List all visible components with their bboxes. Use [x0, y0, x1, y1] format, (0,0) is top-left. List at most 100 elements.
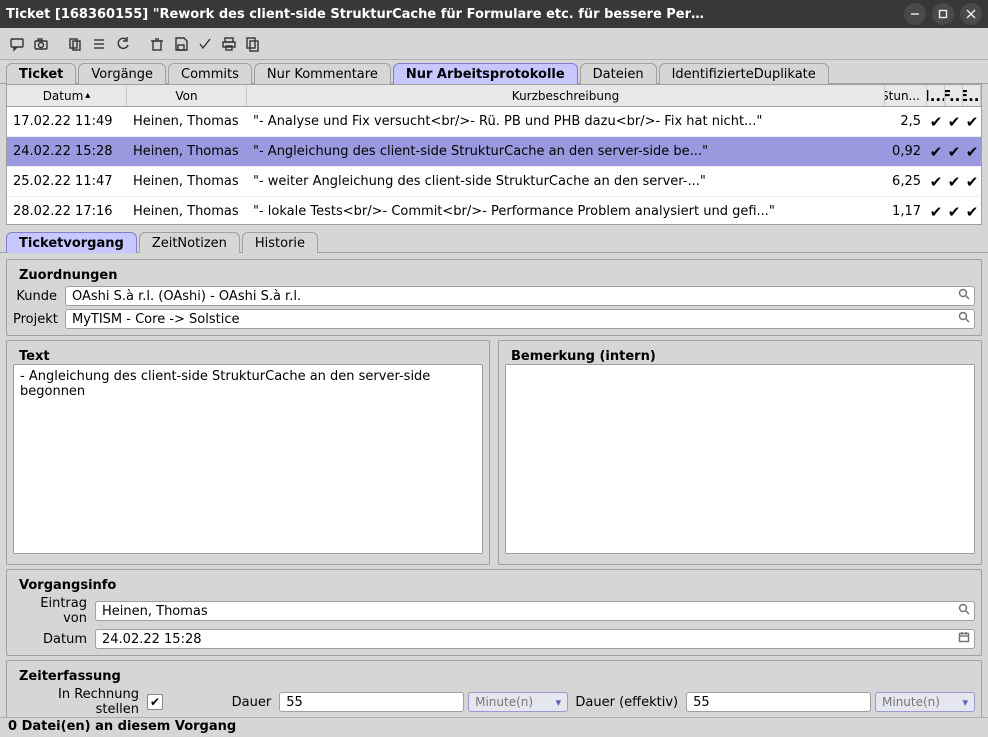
table-row[interactable]: 25.02.22 11:47Heinen, Thomas"- weiter An… [7, 167, 981, 197]
cell-f: ✔ [945, 137, 963, 166]
dauer-label: Dauer [205, 695, 275, 710]
col-e[interactable]: E... [963, 85, 981, 106]
tab-ticketvorgang[interactable]: Ticketvorgang [6, 232, 137, 253]
tab-ticket[interactable]: Ticket [6, 63, 76, 84]
detail-panel: Zuordnungen Kunde OAshi S.à r.l. (OAshi)… [6, 259, 982, 737]
cell-i: ✔ [927, 167, 945, 196]
cell-f: ✔ [945, 107, 963, 136]
text-group: Text [6, 340, 490, 565]
zuordnungen-group: Zuordnungen Kunde OAshi S.à r.l. (OAshi)… [6, 259, 982, 336]
col-f[interactable]: F... [945, 85, 963, 106]
cell-von: Heinen, Thomas [127, 167, 247, 196]
col-desc[interactable]: Kurzbeschreibung [247, 85, 885, 106]
zeiterfassung-legend: Zeiterfassung [15, 669, 125, 684]
title-bar: Ticket [168360155] "Rework des client-si… [0, 0, 988, 28]
cell-e: ✔ [963, 197, 981, 225]
col-i[interactable]: I... [927, 85, 945, 106]
datum-field[interactable]: 24.02.22 15:28 [95, 629, 975, 649]
cell-eff: 1,17 [885, 197, 927, 225]
vorgangsinfo-group: Vorgangsinfo Eintrag von Heinen, Thomas … [6, 569, 982, 656]
in-rechnung-label: In Rechnung stellen [13, 687, 143, 717]
dauer-field[interactable]: 55 [279, 692, 464, 712]
table-body: 17.02.22 11:49Heinen, Thomas"- Analyse u… [7, 107, 981, 225]
tab-nur-kommentare[interactable]: Nur Kommentare [254, 63, 391, 84]
dauer-unit-select[interactable]: Minute(n) [468, 692, 568, 712]
refresh-icon[interactable] [112, 33, 134, 55]
projekt-field[interactable]: MyTISM - Core -> Solstice [65, 309, 975, 329]
duplicate-icon[interactable] [242, 33, 264, 55]
table-header: Datum Von Kurzbeschreibung EffStun... I.… [7, 85, 981, 107]
cell-e: ✔ [963, 137, 981, 166]
calendar-icon[interactable] [958, 631, 970, 647]
table-row[interactable]: 28.02.22 17:16Heinen, Thomas"- lokale Te… [7, 197, 981, 225]
in-rechnung-checkbox[interactable] [147, 694, 163, 710]
cell-eff: 6,25 [885, 167, 927, 196]
tab-vorgaenge[interactable]: Vorgänge [78, 63, 166, 84]
cell-desc: "- Analyse und Fix versucht<br/>- Rü. PB… [247, 107, 885, 136]
cell-date: 28.02.22 17:16 [7, 197, 127, 225]
projekt-label: Projekt [13, 312, 61, 327]
cell-von: Heinen, Thomas [127, 107, 247, 136]
table-row[interactable]: 17.02.22 11:49Heinen, Thomas"- Analyse u… [7, 107, 981, 137]
kunde-label: Kunde [13, 289, 61, 304]
cell-eff: 0,92 [885, 137, 927, 166]
detail-tab-row: Ticketvorgang ZeitNotizen Historie [0, 229, 988, 253]
tab-nur-arbeitsprotokolle[interactable]: Nur Arbeitsprotokolle [393, 63, 578, 84]
tab-zeitnotizen[interactable]: ZeitNotizen [139, 232, 240, 253]
text-field[interactable] [13, 364, 483, 554]
dauer-eff-unit-select[interactable]: Minute(n) [875, 692, 975, 712]
col-date[interactable]: Datum [7, 85, 127, 106]
tab-historie[interactable]: Historie [242, 232, 318, 253]
bemerkung-group: Bemerkung (intern) [498, 340, 982, 565]
kunde-field[interactable]: OAshi S.à r.l. (OAshi) - OAshi S.à r.l. [65, 286, 975, 306]
vorgangsinfo-legend: Vorgangsinfo [15, 578, 120, 593]
cell-von: Heinen, Thomas [127, 197, 247, 225]
search-icon[interactable] [958, 603, 970, 619]
worklog-table: Datum Von Kurzbeschreibung EffStun... I.… [6, 84, 982, 225]
tab-commits[interactable]: Commits [168, 63, 252, 84]
search-icon[interactable] [958, 288, 970, 304]
col-eff[interactable]: EffStun... [885, 85, 927, 106]
bemerkung-field[interactable] [505, 364, 975, 554]
main-tab-row: Ticket Vorgänge Commits Nur Kommentare N… [0, 60, 988, 84]
copy-icon[interactable] [64, 33, 86, 55]
camera-icon[interactable] [30, 33, 52, 55]
cell-i: ✔ [927, 197, 945, 225]
tab-identifizierte-duplikate[interactable]: IdentifizierteDuplikate [659, 63, 829, 84]
zuordnungen-legend: Zuordnungen [15, 268, 121, 283]
text-legend: Text [15, 349, 54, 364]
list-icon[interactable] [88, 33, 110, 55]
cell-i: ✔ [927, 137, 945, 166]
cell-e: ✔ [963, 167, 981, 196]
save-icon[interactable] [170, 33, 192, 55]
dauer-eff-label: Dauer (effektiv) [572, 695, 682, 710]
trash-icon[interactable] [146, 33, 168, 55]
comment-icon[interactable] [6, 33, 28, 55]
cell-date: 17.02.22 11:49 [7, 107, 127, 136]
cell-desc: "- Angleichung des client-side StrukturC… [247, 137, 885, 166]
cell-desc: "- weiter Angleichung des client-side St… [247, 167, 885, 196]
search-icon[interactable] [958, 311, 970, 327]
maximize-button[interactable] [932, 3, 954, 25]
eintrag-label: Eintrag von [13, 596, 91, 626]
close-button[interactable] [960, 3, 982, 25]
tab-dateien[interactable]: Dateien [580, 63, 657, 84]
cell-f: ✔ [945, 167, 963, 196]
cell-desc: "- lokale Tests<br/>- Commit<br/>- Perfo… [247, 197, 885, 225]
cell-e: ✔ [963, 107, 981, 136]
print-icon[interactable] [218, 33, 240, 55]
check-icon[interactable] [194, 33, 216, 55]
col-von[interactable]: Von [127, 85, 247, 106]
toolbar [0, 28, 988, 60]
cell-von: Heinen, Thomas [127, 137, 247, 166]
cell-date: 25.02.22 11:47 [7, 167, 127, 196]
window-title: Ticket [168360155] "Rework des client-si… [6, 7, 898, 22]
cell-eff: 2,5 [885, 107, 927, 136]
cell-i: ✔ [927, 107, 945, 136]
footer-status: 0 Datei(en) an diesem Vorgang [0, 717, 988, 737]
minimize-button[interactable] [904, 3, 926, 25]
dauer-eff-field[interactable]: 55 [686, 692, 871, 712]
cell-date: 24.02.22 15:28 [7, 137, 127, 166]
eintrag-field[interactable]: Heinen, Thomas [95, 601, 975, 621]
table-row[interactable]: 24.02.22 15:28Heinen, Thomas"- Angleichu… [7, 137, 981, 167]
